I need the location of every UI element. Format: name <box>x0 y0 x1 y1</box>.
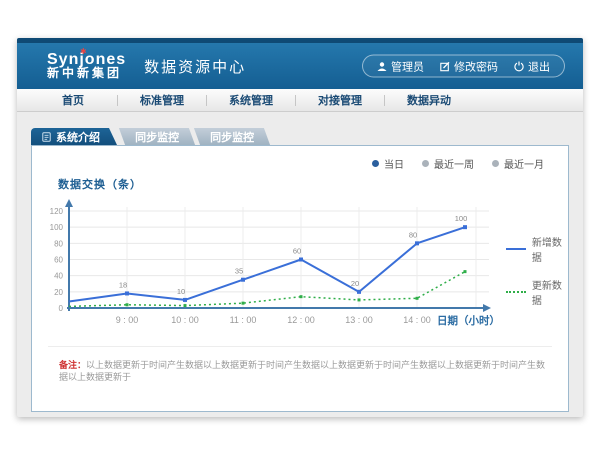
svg-text:120: 120 <box>50 207 64 216</box>
svg-text:60: 60 <box>54 256 63 265</box>
svg-text:日期（小时）: 日期（小时） <box>437 314 500 327</box>
tab-system-intro[interactable]: 系统介绍 <box>31 128 117 145</box>
legend-label: 新增数据 <box>532 234 568 264</box>
app-header: ✱ Synjones 新中新集团 数据资源中心 管理员 修改密码 退出 <box>17 43 583 89</box>
nav-item-data-change[interactable]: 数据异动 <box>385 92 473 108</box>
document-icon <box>42 132 51 142</box>
svg-text:18: 18 <box>119 280 127 289</box>
user-menu: 管理员 修改密码 退出 <box>362 55 565 78</box>
app-window: ✱ Synjones 新中新集团 数据资源中心 管理员 修改密码 退出 首页 标… <box>17 38 583 417</box>
filter-label: 当日 <box>384 156 404 171</box>
footnote: 备注：以上数据更新于时间产生数据以上数据更新于时间产生数据以上数据更新于时间产生… <box>59 359 548 383</box>
footnote-prefix: 备注： <box>59 360 86 370</box>
nav-item-home[interactable]: 首页 <box>29 92 117 108</box>
svg-text:35: 35 <box>235 267 243 276</box>
logout-button[interactable]: 退出 <box>514 58 550 74</box>
svg-text:100: 100 <box>50 223 64 232</box>
brand-logo: ✱ Synjones 新中新集团 <box>47 52 126 80</box>
legend-line-solid-icon <box>506 248 526 250</box>
svg-text:20: 20 <box>351 279 359 288</box>
tab-sync-monitor-2[interactable]: 同步监控 <box>194 128 270 145</box>
filter-last-week[interactable]: 最近一周 <box>422 156 474 171</box>
legend-item-update-data: 更新数据 <box>506 277 568 307</box>
user-icon <box>377 61 387 71</box>
chart-panel: 当日 最近一周 最近一月 数据交换（条） 0 20 40 60 80 100 120 9 : … <box>31 145 569 412</box>
logo-subtitle: 新中新集团 <box>47 67 126 80</box>
svg-text:100: 100 <box>455 214 468 223</box>
current-user-button[interactable]: 管理员 <box>377 58 424 74</box>
legend-label: 更新数据 <box>532 277 568 307</box>
chart-legend: 新增数据 更新数据 <box>506 234 568 307</box>
tab-label: 同步监控 <box>210 129 254 145</box>
footnote-text: 以上数据更新于时间产生数据以上数据更新于时间产生数据以上数据更新于时间产生数据以… <box>59 360 545 382</box>
svg-text:14 : 00: 14 : 00 <box>403 315 431 325</box>
radio-icon <box>492 160 499 167</box>
svg-text:13 : 00: 13 : 00 <box>345 315 373 325</box>
range-filter-group: 当日 最近一周 最近一月 <box>372 156 544 171</box>
svg-text:10 : 00: 10 : 00 <box>171 315 199 325</box>
main-nav: 首页 标准管理 系统管理 对接管理 数据异动 <box>17 89 583 112</box>
logout-label: 退出 <box>528 58 550 74</box>
svg-text:80: 80 <box>409 230 417 239</box>
nav-item-interface-mgmt[interactable]: 对接管理 <box>296 92 384 108</box>
tab-label: 同步监控 <box>135 129 179 145</box>
radio-icon <box>422 160 429 167</box>
logo-star-icon: ✱ <box>80 47 87 56</box>
svg-text:11 : 00: 11 : 00 <box>230 315 257 325</box>
svg-text:10: 10 <box>177 287 185 296</box>
tab-sync-monitor-1[interactable]: 同步监控 <box>119 128 195 145</box>
svg-text:60: 60 <box>293 247 301 256</box>
change-password-label: 修改密码 <box>454 58 498 74</box>
tab-bar: 系统介绍 同步监控 同步监控 <box>31 128 569 145</box>
svg-text:9 : 00: 9 : 00 <box>116 315 139 325</box>
svg-text:20: 20 <box>54 288 63 297</box>
filter-last-month[interactable]: 最近一月 <box>492 156 544 171</box>
change-password-button[interactable]: 修改密码 <box>440 58 498 74</box>
svg-text:40: 40 <box>54 272 63 281</box>
legend-item-new-data: 新增数据 <box>506 234 568 264</box>
legend-line-dotted-icon <box>506 291 526 293</box>
edit-icon <box>440 61 450 71</box>
page-title: 数据资源中心 <box>144 56 246 77</box>
filter-label: 最近一周 <box>434 156 474 171</box>
filter-today[interactable]: 当日 <box>372 156 404 171</box>
radio-selected-icon <box>372 160 379 167</box>
filter-label: 最近一月 <box>504 156 544 171</box>
nav-item-system-mgmt[interactable]: 系统管理 <box>207 92 295 108</box>
power-icon <box>514 61 524 71</box>
svg-text:12 : 00: 12 : 00 <box>287 315 315 325</box>
svg-text:80: 80 <box>54 239 63 248</box>
svg-text:0: 0 <box>59 304 64 313</box>
chart-y-axis-title: 数据交换（条） <box>58 176 142 192</box>
nav-item-standard-mgmt[interactable]: 标准管理 <box>118 92 206 108</box>
note-divider <box>48 346 552 347</box>
tab-label: 系统介绍 <box>56 129 100 145</box>
user-label: 管理员 <box>391 58 424 74</box>
line-chart: 0 20 40 60 80 100 120 9 : 00 10 : 00 11 : 00 12 : … <box>32 196 502 336</box>
